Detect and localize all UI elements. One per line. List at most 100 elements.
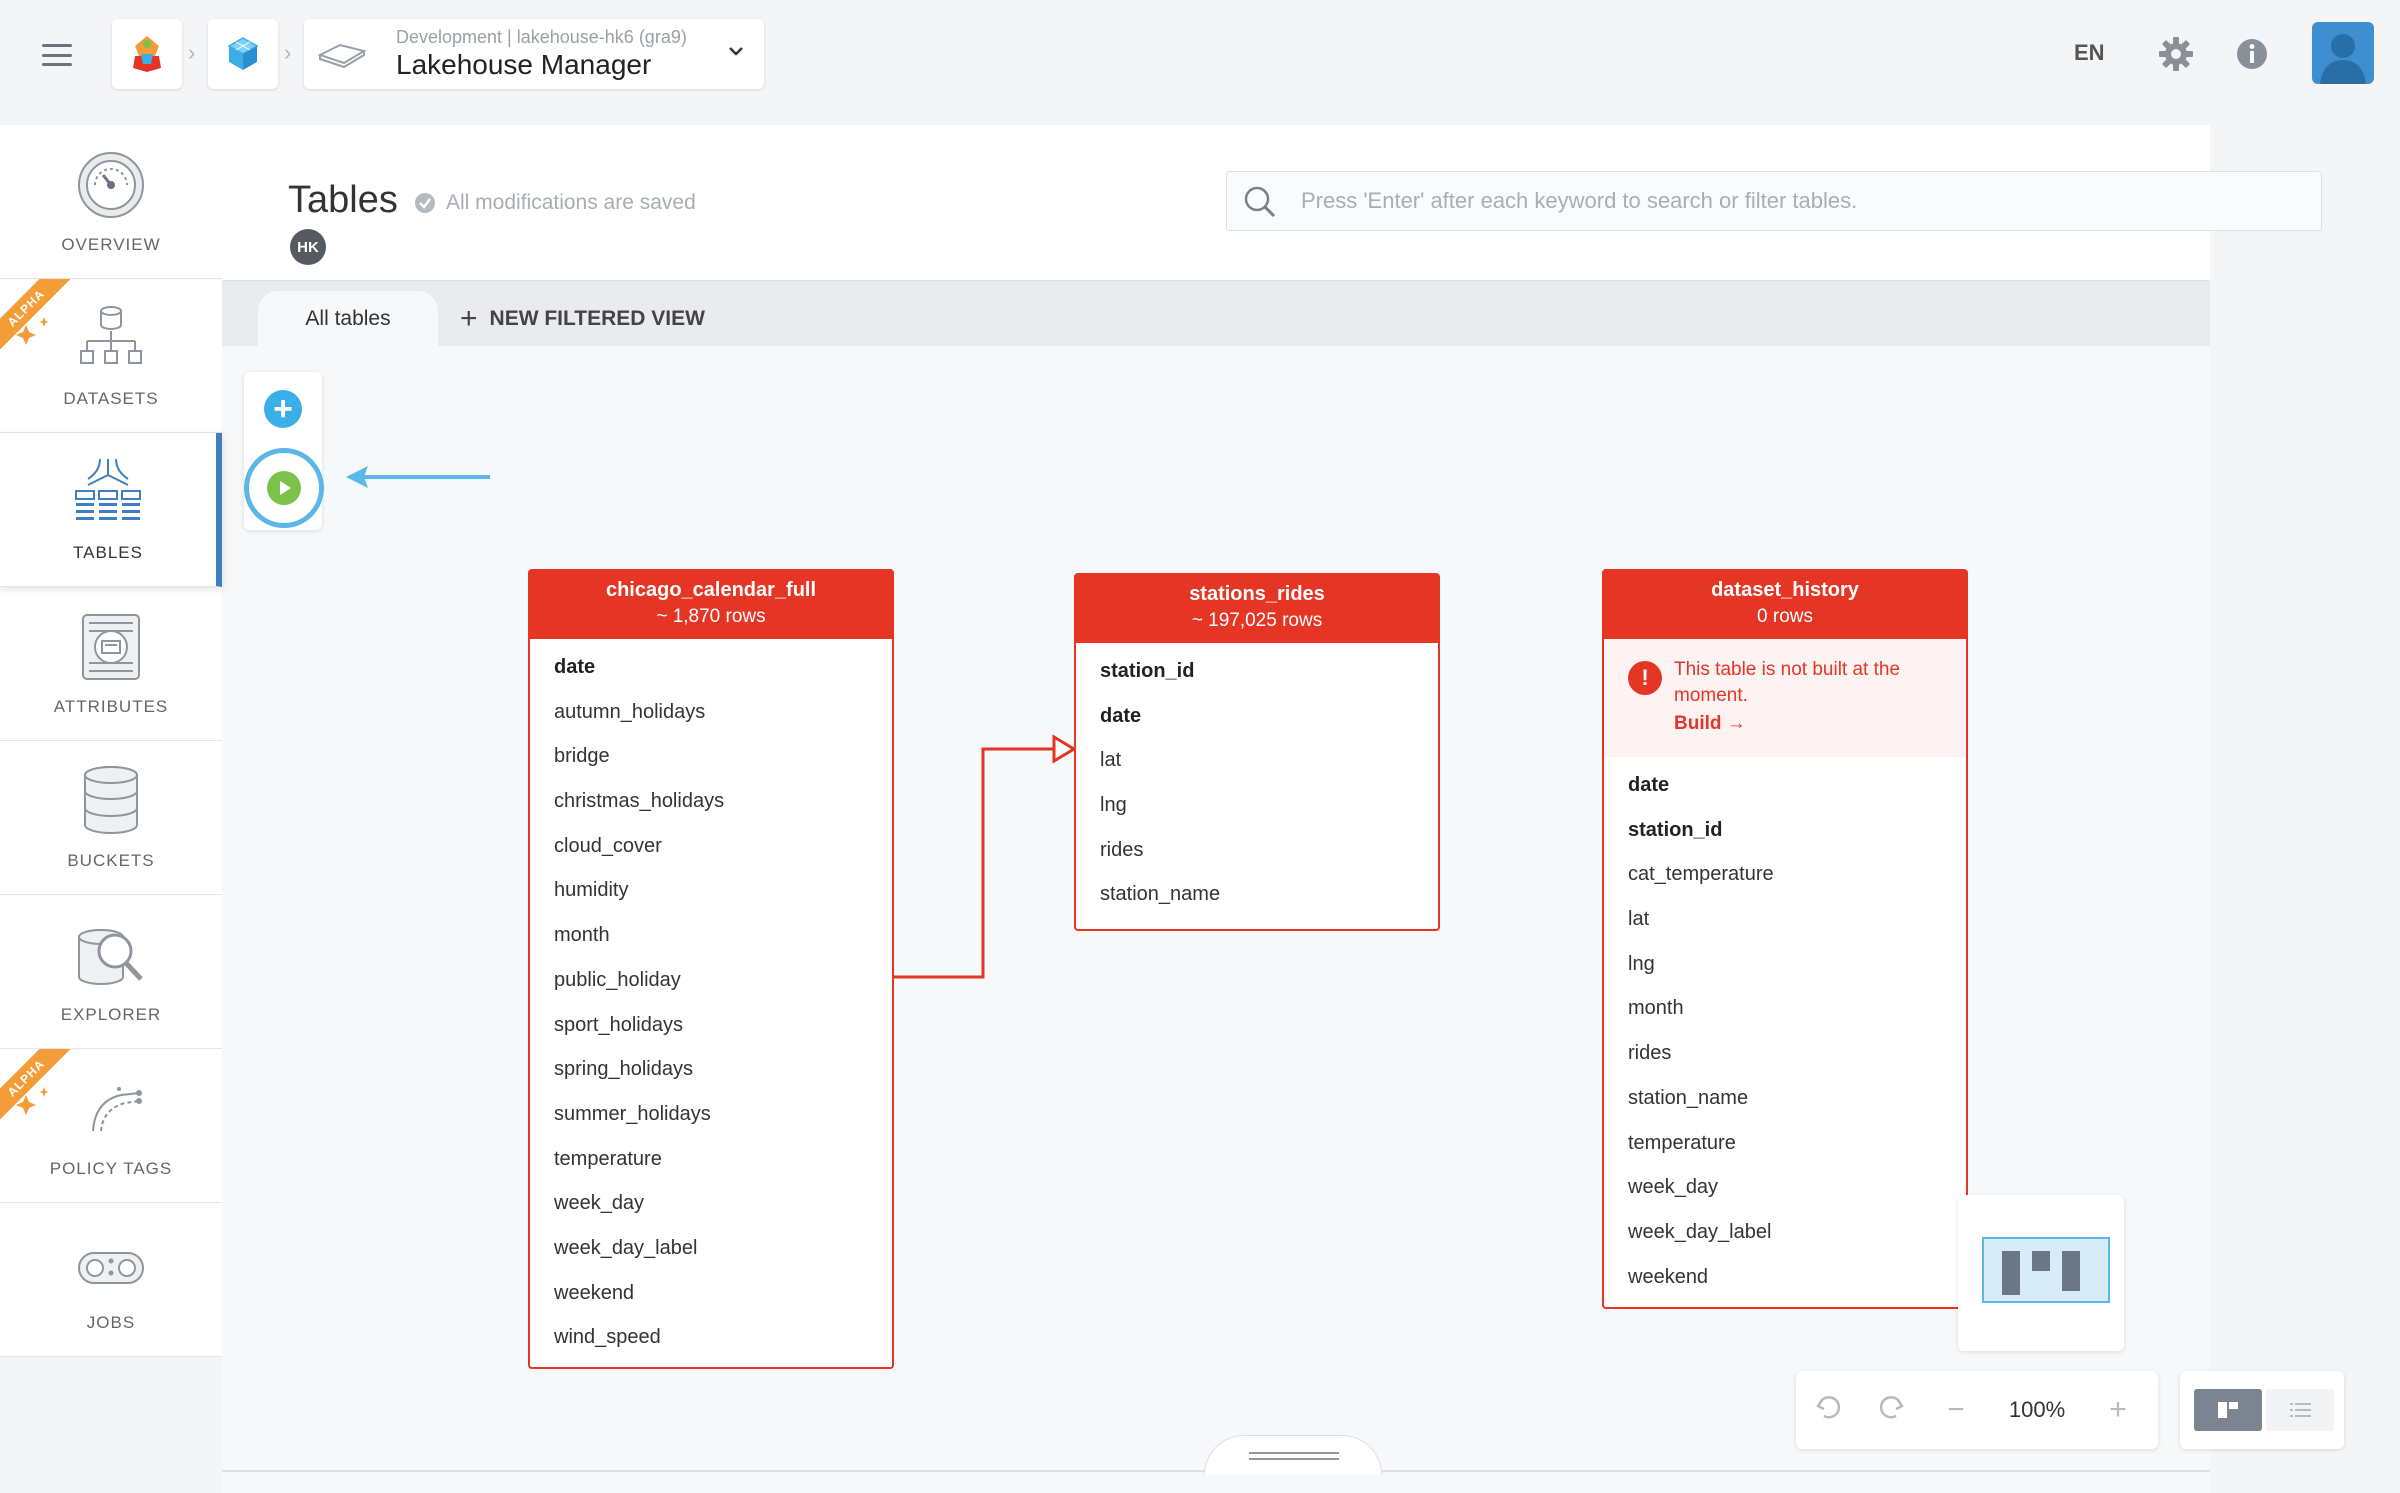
table-columns: station_id date lat lng rides station_na… [1076, 643, 1438, 917]
table-search-field[interactable] [1226, 171, 2322, 231]
sidebar-item-policy-tags[interactable]: ALPHA POLICY TAGS [0, 1049, 222, 1203]
sidebar-item-label: TABLES [73, 543, 143, 562]
column-item[interactable]: weekend [1604, 1255, 1966, 1300]
column-item[interactable]: station_id [1604, 808, 1966, 853]
sidebar-item-label: BUCKETS [67, 851, 155, 870]
table-not-built-warning: ! This table is not built at the moment.… [1604, 639, 1966, 757]
project-title: Lakehouse Manager [396, 49, 652, 80]
project-selector[interactable]: Development | lakehouse-hk6 (gra9) Lakeh… [304, 19, 764, 89]
table-card-chicago-calendar-full[interactable]: chicago_calendar_full ~ 1,870 rows date … [528, 569, 894, 1369]
redo-icon[interactable] [1860, 1392, 1924, 1428]
sparkle-icon [16, 317, 49, 345]
warning-text: This table is not built at the moment. [1674, 659, 1901, 706]
tables-icon [75, 458, 141, 520]
column-item[interactable]: month [530, 913, 892, 958]
column-item[interactable]: christmas_holidays [530, 779, 892, 824]
table-header[interactable]: stations_rides ~ 197,025 rows [1076, 575, 1438, 643]
column-item[interactable]: date [1604, 763, 1966, 808]
tables-canvas[interactable]: + chicago_calendar_full ~ 1,870 rows dat… [222, 346, 2210, 1493]
column-item[interactable]: station_id [1076, 649, 1438, 694]
project-environment-label: Development | lakehouse-hk6 (gra9) [396, 27, 687, 47]
jobs-conveyor-icon [78, 1252, 144, 1284]
run-build-button[interactable] [267, 471, 301, 505]
bottom-drawer-handle[interactable] [1204, 1435, 1382, 1475]
sidebar-item-tables[interactable]: TABLES [0, 433, 222, 587]
tab-all-tables[interactable]: All tables [258, 291, 438, 347]
table-name: chicago_calendar_full [605, 579, 817, 601]
column-item[interactable]: rides [1604, 1031, 1966, 1076]
zoom-out-button[interactable]: − [1924, 1393, 1988, 1427]
canvas-minimap[interactable] [1958, 1195, 2124, 1351]
column-item[interactable]: week_day_label [530, 1226, 892, 1271]
column-item[interactable]: date [1076, 694, 1438, 739]
column-item[interactable]: date [530, 645, 892, 690]
project-cube-button[interactable] [208, 19, 278, 89]
column-item[interactable]: autumn_holidays [530, 690, 892, 735]
chevron-down-icon [729, 47, 743, 56]
table-row-count: 0 rows [1757, 606, 1813, 627]
language-switcher[interactable]: EN [2074, 40, 2105, 66]
column-item[interactable]: bridge [530, 734, 892, 779]
column-item[interactable]: temperature [1604, 1121, 1966, 1166]
sidebar-item-attributes[interactable]: ATTRIBUTES [0, 587, 222, 741]
column-item[interactable]: cloud_cover [530, 824, 892, 869]
buckets-database-icon [84, 766, 138, 834]
search-input[interactable] [1301, 172, 2301, 230]
column-item[interactable]: public_holiday [530, 958, 892, 1003]
column-item[interactable]: wind_speed [530, 1315, 892, 1360]
new-filtered-view-button[interactable]: + NEW FILTERED VIEW [460, 291, 705, 347]
column-item[interactable]: lng [1076, 783, 1438, 828]
column-item[interactable]: sport_holidays [530, 1003, 892, 1048]
gear-icon[interactable] [2158, 36, 2194, 72]
sidebar-item-overview[interactable]: OVERVIEW [0, 125, 222, 279]
column-item[interactable]: week_day [1604, 1165, 1966, 1210]
user-avatar[interactable] [2312, 22, 2374, 84]
table-header[interactable]: dataset_history 0 rows [1604, 571, 1966, 639]
datasets-tree-icon [80, 306, 142, 364]
sidebar-item-label: EXPLORER [60, 1005, 162, 1024]
table-name: dataset_history [1711, 579, 1859, 601]
column-item[interactable]: week_day_label [1604, 1210, 1966, 1255]
column-item[interactable]: lat [1076, 738, 1438, 783]
column-item[interactable]: spring_holidays [530, 1047, 892, 1092]
sidebar-item-datasets[interactable]: ALPHA DATASETS [0, 279, 222, 433]
zoom-in-button[interactable]: + [2086, 1393, 2150, 1427]
column-item[interactable]: station_name [1076, 872, 1438, 917]
sidebar-item-buckets[interactable]: BUCKETS [0, 741, 222, 895]
add-table-button[interactable]: + [264, 390, 302, 428]
column-item[interactable]: lng [1604, 942, 1966, 987]
breadcrumb-chevron-icon: › [284, 40, 292, 65]
table-card-dataset-history[interactable]: dataset_history 0 rows ! This table is n… [1602, 569, 1968, 1309]
column-item[interactable]: station_name [1604, 1076, 1966, 1121]
error-icon: ! [1628, 661, 1662, 695]
policy-tags-icon [92, 1087, 142, 1132]
column-item[interactable]: lat [1604, 897, 1966, 942]
column-item[interactable]: summer_holidays [530, 1092, 892, 1137]
column-item[interactable]: month [1604, 986, 1966, 1031]
sidebar-item-label: POLICY TAGS [49, 1159, 173, 1178]
graph-view-button[interactable] [2194, 1389, 2262, 1431]
column-item[interactable]: temperature [530, 1137, 892, 1182]
menu-icon[interactable] [42, 44, 72, 66]
save-status-text: All modifications are saved [446, 191, 696, 214]
minimap-viewport[interactable] [1982, 1237, 2110, 1303]
column-item[interactable]: week_day [530, 1181, 892, 1226]
table-header[interactable]: chicago_calendar_full ~ 1,870 rows [530, 571, 892, 639]
zoom-controls: − 100% + [1796, 1371, 2158, 1449]
sidebar-item-explorer[interactable]: EXPLORER [0, 895, 222, 1049]
build-table-link[interactable]: Build → [1674, 713, 1946, 735]
column-item[interactable]: rides [1076, 828, 1438, 873]
info-icon[interactable] [2236, 38, 2268, 70]
app-home-logo-button[interactable] [112, 19, 182, 89]
check-circle-icon [415, 193, 435, 213]
column-item[interactable]: humidity [530, 868, 892, 913]
column-item[interactable]: weekend [530, 1271, 892, 1316]
list-view-button[interactable] [2266, 1389, 2334, 1431]
column-item[interactable]: cat_temperature [1604, 852, 1966, 897]
grid-icon [2218, 1402, 2238, 1418]
undo-icon[interactable] [1796, 1392, 1860, 1428]
table-card-stations-rides[interactable]: stations_rides ~ 197,025 rows station_id… [1074, 573, 1440, 931]
view-tabs: All tables + NEW FILTERED VIEW [222, 280, 2210, 347]
sidebar-item-jobs[interactable]: JOBS [0, 1203, 222, 1357]
canvas-tools: + [244, 372, 324, 530]
